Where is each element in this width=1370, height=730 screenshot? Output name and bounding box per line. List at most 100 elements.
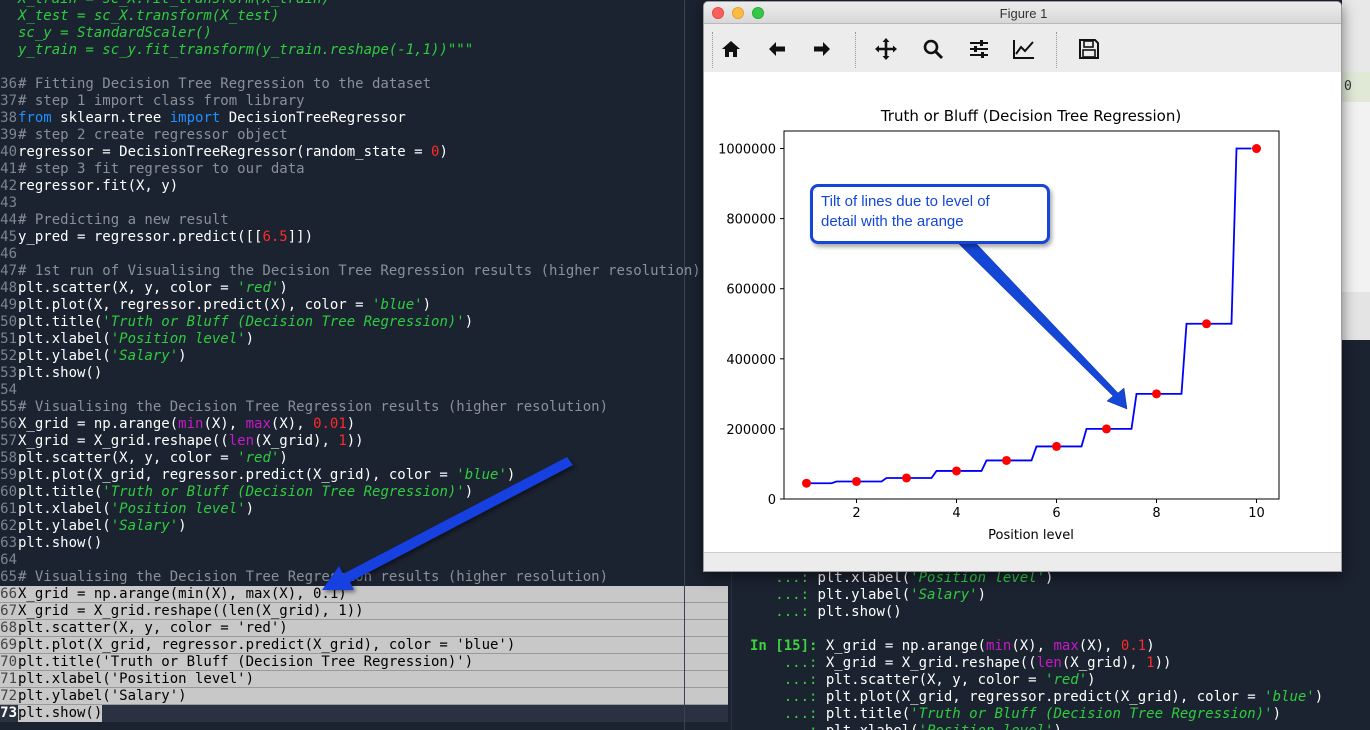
code-line[interactable]: X_train = sc_X.fit_transform(X_train): [0, 0, 700, 8]
code-line[interactable]: 43: [0, 195, 700, 212]
code-text[interactable]: plt.xlabel('Position level'): [18, 501, 254, 518]
continuation-prompt: ...:: [750, 672, 826, 688]
code-text[interactable]: plt.show(): [18, 365, 102, 382]
scatter-point: [1252, 144, 1261, 154]
code-line[interactable]: 57 X_grid = X_grid.reshape((len(X_grid), …: [0, 433, 700, 450]
code-text[interactable]: X_grid = X_grid.reshape((len(X_grid), 1)…: [18, 433, 364, 450]
y-tick-label: 600000: [726, 283, 776, 298]
line-number: 53: [0, 365, 17, 381]
code-text[interactable]: plt.xlabel('Position level'): [18, 331, 254, 348]
current-code-line[interactable]: 73 plt.show(): [0, 705, 728, 722]
selected-code-line[interactable]: 71 plt.xlabel('Position level'): [0, 671, 728, 688]
editor-divider[interactable]: [684, 0, 685, 730]
code-line[interactable]: 56 X_grid = np.arange(min(X), max(X), 0.0…: [0, 416, 700, 433]
code-text[interactable]: X_grid = np.arange(min(X), max(X), 0.01): [18, 416, 355, 433]
figure-canvas[interactable]: Truth or Bluff (Decision Tree Regression…: [704, 72, 1342, 552]
code-line[interactable]: 61 plt.xlabel('Position level'): [0, 501, 700, 518]
code-text[interactable]: plt.title('Truth or Bluff (Decision Tree…: [18, 654, 473, 671]
code-line[interactable]: 62 plt.ylabel('Salary'): [0, 518, 700, 535]
code-text[interactable]: plt.show(): [18, 705, 103, 722]
code-text[interactable]: plt.show(): [18, 535, 102, 552]
zoom-icon[interactable]: [918, 34, 948, 64]
code-text[interactable]: plt.plot(X_grid, regressor.predict(X_gri…: [18, 467, 515, 484]
code-line[interactable]: 48 plt.scatter(X, y, color = 'red'): [0, 280, 700, 297]
code-text[interactable]: # Fitting Decision Tree Regression to th…: [18, 76, 431, 93]
code-text[interactable]: X_grid = np.arange(min(X), max(X), 0.1): [18, 586, 347, 603]
selected-code-line[interactable]: 72 plt.ylabel('Salary'): [0, 688, 728, 705]
code-text[interactable]: regressor.fit(X, y): [18, 178, 178, 195]
code-line[interactable]: 44 # Predicting a new result: [0, 212, 700, 229]
code-text[interactable]: plt.plot(X, regressor.predict(X), color …: [18, 297, 431, 314]
ipython-console[interactable]: ...: plt.xlabel('Position level') ...: p…: [742, 570, 1370, 730]
code-line[interactable]: 54: [0, 382, 700, 399]
code-line[interactable]: 50 plt.title('Truth or Bluff (Decision Tr…: [0, 314, 700, 331]
code-line[interactable]: 42 regressor.fit(X, y): [0, 178, 700, 195]
code-line[interactable]: X_test = sc_X.transform(X_test): [0, 8, 700, 25]
code-line[interactable]: 52 plt.ylabel('Salary'): [0, 348, 700, 365]
code-text[interactable]: sc_y = StandardScaler(): [18, 25, 212, 42]
code-line[interactable]: 53 plt.show(): [0, 365, 700, 382]
code-line[interactable]: 63 plt.show(): [0, 535, 700, 552]
code-line[interactable]: 36 # Fitting Decision Tree Regression to …: [0, 76, 700, 93]
code-line[interactable]: 39 # step 2 create regressor object: [0, 127, 700, 144]
selected-code-line[interactable]: 70 plt.title('Truth or Bluff (Decision Tr…: [0, 654, 728, 671]
code-text[interactable]: regressor = DecisionTreeRegressor(random…: [18, 144, 448, 161]
code-line[interactable]: 59 plt.plot(X_grid, regressor.predict(X_g…: [0, 467, 700, 484]
forward-icon[interactable]: [807, 34, 837, 64]
code-text[interactable]: X_test = sc_X.transform(X_test): [18, 8, 279, 25]
code-line[interactable]: 60 plt.title('Truth or Bluff (Decision Tr…: [0, 484, 700, 501]
code-line[interactable]: 40 regressor = DecisionTreeRegressor(rand…: [0, 144, 700, 161]
figure-window[interactable]: Figure 1 Truth or Bluff (Decision Tree R…: [703, 1, 1342, 572]
code-line[interactable]: 65 # Visualising the Decision Tree Regres…: [0, 569, 700, 586]
code-text[interactable]: plt.xlabel('Position level'): [18, 671, 254, 688]
selected-code-line[interactable]: 68 plt.scatter(X, y, color = 'red'): [0, 620, 728, 637]
chart-svg[interactable]: Truth or Bluff (Decision Tree Regression…: [704, 72, 1342, 552]
code-text[interactable]: y_pred = regressor.predict([[6.5]]): [18, 229, 313, 246]
code-text[interactable]: # Visualising the Decision Tree Regressi…: [18, 399, 608, 416]
code-text[interactable]: y_train = sc_y.fit_transform(y_train.res…: [18, 42, 473, 59]
code-line[interactable]: 49 plt.plot(X, regressor.predict(X), colo…: [0, 297, 700, 314]
code-line[interactable]: 41 # step 3 fit regressor to our data: [0, 161, 700, 178]
edit-axis-icon[interactable]: [1009, 34, 1039, 64]
save-icon[interactable]: [1074, 34, 1104, 64]
code-text[interactable]: from sklearn.tree import DecisionTreeReg…: [18, 110, 406, 127]
code-text[interactable]: # 1st run of Visualising the Decision Tr…: [18, 263, 700, 280]
code-text[interactable]: plt.title('Truth or Bluff (Decision Tree…: [18, 314, 473, 331]
code-line[interactable]: 37 # step 1 import class from library: [0, 93, 700, 110]
code-line[interactable]: 64: [0, 552, 700, 569]
code-line[interactable]: 47 # 1st run of Visualising the Decision …: [0, 263, 700, 280]
code-text[interactable]: X_grid = X_grid.reshape((len(X_grid), 1)…: [18, 603, 364, 620]
code-text[interactable]: # step 3 fit regressor to our data: [18, 161, 305, 178]
back-icon[interactable]: [762, 34, 792, 64]
code-line[interactable]: 55 # Visualising the Decision Tree Regres…: [0, 399, 700, 416]
code-text[interactable]: plt.ylabel('Salary'): [18, 688, 187, 705]
code-line[interactable]: y_train = sc_y.fit_transform(y_train.res…: [0, 42, 700, 59]
selected-code-line[interactable]: 67 X_grid = X_grid.reshape((len(X_grid), …: [0, 603, 728, 620]
code-text[interactable]: plt.ylabel('Salary'): [18, 348, 187, 365]
code-text[interactable]: plt.scatter(X, y, color = 'red'): [18, 450, 288, 467]
code-text[interactable]: X_train = sc_X.fit_transform(X_train): [18, 0, 330, 8]
code-line[interactable]: 51 plt.xlabel('Position level'): [0, 331, 700, 348]
selected-code-line[interactable]: 69 plt.plot(X_grid, regressor.predict(X_g…: [0, 637, 728, 654]
code-line[interactable]: 45 y_pred = regressor.predict([[6.5]]): [0, 229, 700, 246]
console-code: X_grid = np.arange(min(X), max(X), 0.1): [825, 638, 1155, 654]
pan-icon[interactable]: [871, 34, 901, 64]
code-text[interactable]: # Predicting a new result: [18, 212, 229, 229]
home-icon[interactable]: [716, 34, 746, 64]
code-text[interactable]: plt.scatter(X, y, color = 'red'): [18, 280, 288, 297]
code-line[interactable]: [0, 59, 700, 76]
selected-code-line[interactable]: 66 X_grid = np.arange(min(X), max(X), 0.1…: [0, 586, 728, 603]
window-titlebar[interactable]: Figure 1: [704, 2, 1341, 24]
code-line[interactable]: 38 from sklearn.tree import DecisionTreeR…: [0, 110, 700, 127]
code-text[interactable]: plt.title('Truth or Bluff (Decision Tree…: [18, 484, 473, 501]
code-text[interactable]: # step 1 import class from library: [18, 93, 305, 110]
configure-subplots-icon[interactable]: [964, 34, 994, 64]
code-text[interactable]: plt.scatter(X, y, color = 'red'): [18, 620, 288, 637]
code-text[interactable]: # step 2 create regressor object: [18, 127, 288, 144]
code-text[interactable]: plt.ylabel('Salary'): [18, 518, 187, 535]
code-line[interactable]: sc_y = StandardScaler(): [0, 25, 700, 42]
code-text[interactable]: # Visualising the Decision Tree Regressi…: [18, 569, 608, 586]
code-text[interactable]: plt.plot(X_grid, regressor.predict(X_gri…: [18, 637, 515, 654]
code-line[interactable]: 58 plt.scatter(X, y, color = 'red'): [0, 450, 700, 467]
code-line[interactable]: 46: [0, 246, 700, 263]
